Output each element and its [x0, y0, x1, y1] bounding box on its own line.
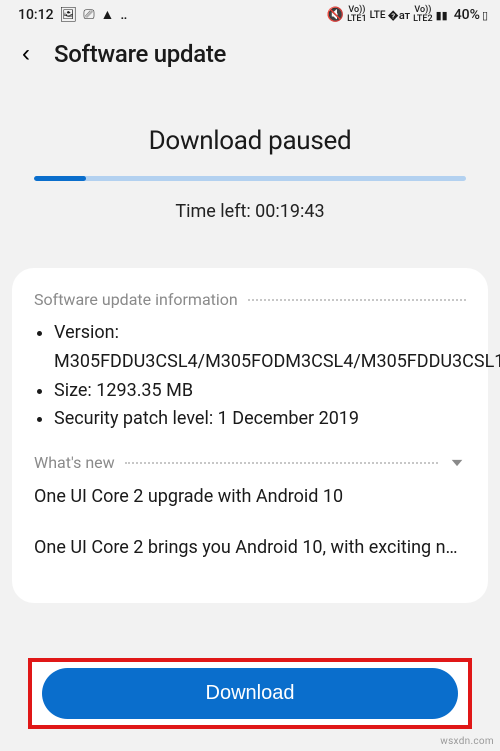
info-section-label: Software update information — [34, 290, 238, 309]
download-progress-fill — [34, 176, 86, 181]
page-title: Software update — [54, 40, 226, 68]
mute-icon: 🔇 — [327, 8, 344, 22]
whatsnew-body: One UI Core 2 upgrade with Android 10 On… — [34, 483, 466, 563]
version-line: Version: M305FDDU3CSL4/M305FODM3CSL4/M30… — [54, 319, 466, 377]
lte-text-1: LTE — [370, 10, 386, 21]
divider-dots — [125, 462, 438, 464]
status-right: 🔇 Vo))LTE1 LTE �ат Vo))LTE2 ▮▮ 40% ▯ — [327, 6, 488, 24]
cast-icon: ⎚ — [83, 8, 94, 22]
image-icon: 🖼 — [60, 8, 78, 22]
update-info-card: Software update information Version: M30… — [12, 268, 488, 603]
battery-pct: 40% — [454, 7, 480, 23]
status-bar: 10:12 🖼 ⎚ ▲ ‥ 🔇 Vo))LTE1 LTE �ат Vo))LTE… — [0, 0, 500, 28]
security-line: Security patch level: 1 December 2019 — [54, 405, 466, 434]
whatsnew-line-1: One UI Core 2 upgrade with Android 10 — [34, 483, 466, 512]
download-status-section: Download paused Time left: 00:19:43 — [0, 86, 500, 240]
signal-icon-1: �ат — [388, 9, 411, 22]
divider-dots — [248, 299, 466, 301]
back-button[interactable]: ‹ — [16, 38, 36, 70]
download-button[interactable]: Download — [42, 668, 458, 719]
info-section-header: Software update information — [34, 290, 466, 309]
download-progress[interactable] — [34, 176, 466, 181]
watermark: wsxdn.com — [440, 736, 494, 747]
status-time: 10:12 — [18, 7, 54, 23]
download-status-text: Download paused — [28, 126, 472, 156]
page-header: ‹ Software update — [0, 28, 500, 86]
size-line: Size: 1293.35 MB — [54, 377, 466, 406]
whatsnew-section-header: What's new ▼ — [34, 452, 466, 473]
signal-icon-2: ▮▮ — [436, 9, 448, 22]
battery-icon: ▯ — [482, 9, 488, 22]
time-left-label: Time left: 00:19:43 — [28, 201, 472, 222]
lte2-indicator: Vo))LTE2 — [413, 6, 432, 24]
lte1-indicator: Vo))LTE1 — [347, 6, 366, 24]
whatsnew-line-2: One UI Core 2 brings you Android 10, wit… — [34, 534, 466, 563]
chevron-left-icon: ‹ — [22, 40, 30, 67]
chevron-down-icon[interactable]: ▼ — [448, 456, 466, 469]
whatsnew-section-label: What's new — [34, 453, 115, 472]
more-icon: ‥ — [120, 8, 127, 22]
download-highlight-box: Download — [28, 658, 472, 729]
info-list: Version: M305FDDU3CSL4/M305FODM3CSL4/M30… — [34, 319, 466, 434]
status-left: 10:12 🖼 ⎚ ▲ ‥ — [18, 7, 127, 23]
warning-icon: ▲ — [101, 8, 115, 22]
